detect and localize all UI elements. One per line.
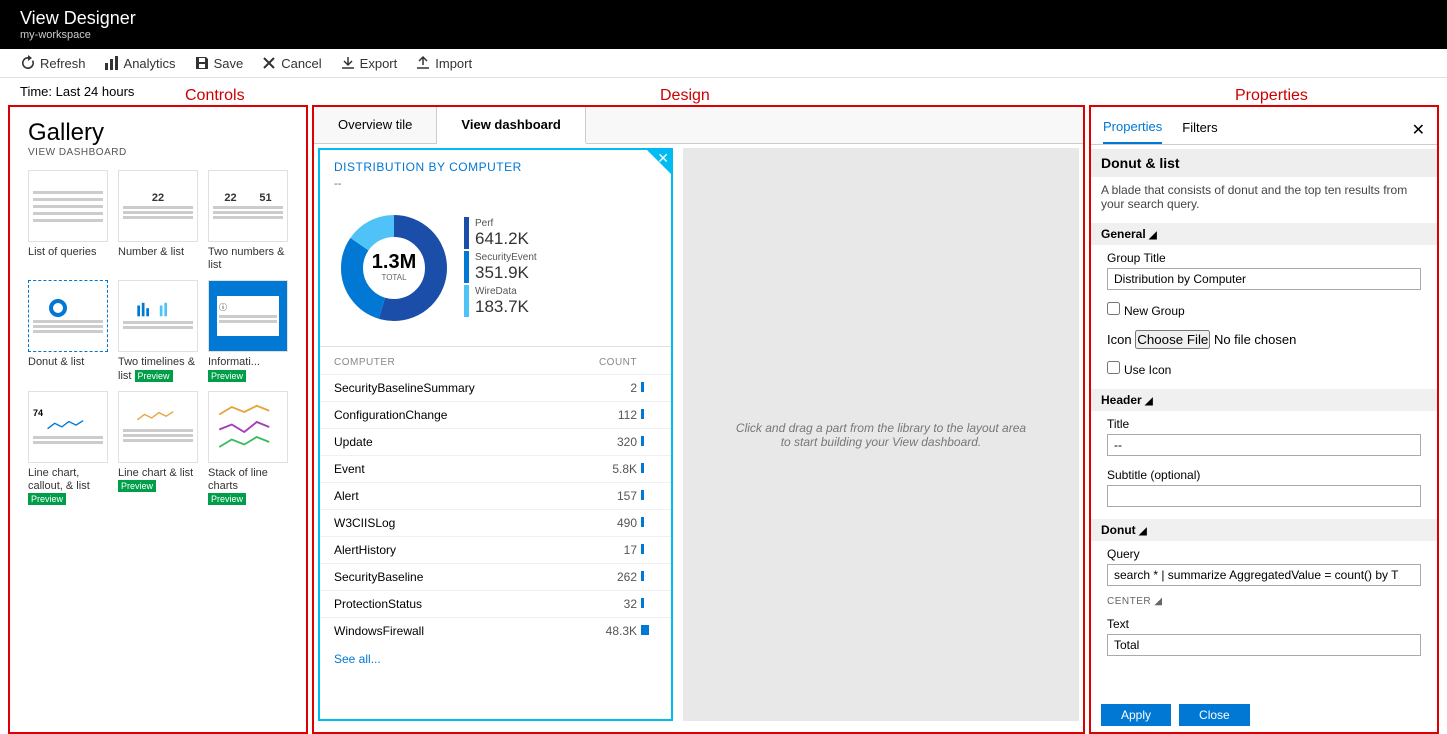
cancel-icon <box>261 55 277 71</box>
list-rows: SecurityBaselineSummary2ConfigurationCha… <box>320 374 671 644</box>
group-title-input[interactable] <box>1107 268 1421 290</box>
close-button[interactable]: Close <box>1179 704 1250 726</box>
list-row[interactable]: WindowsFirewall48.3K <box>320 617 671 644</box>
gallery-item-two-timelines[interactable]: Two timelines & list Preview <box>118 280 198 382</box>
use-icon-checkbox[interactable] <box>1107 361 1120 374</box>
apply-button[interactable]: Apply <box>1101 704 1171 726</box>
list-row[interactable]: Alert157 <box>320 482 671 509</box>
tab-view-dashboard[interactable]: View dashboard <box>437 107 585 144</box>
section-general[interactable]: General ◢ <box>1091 223 1437 245</box>
drop-zone[interactable]: Click and drag a part from the library t… <box>683 148 1079 721</box>
tab-properties[interactable]: Properties <box>1103 115 1162 144</box>
tab-overview-tile[interactable]: Overview tile <box>314 107 437 143</box>
list-row[interactable]: ConfigurationChange112 <box>320 401 671 428</box>
widget-subtitle: -- <box>320 178 671 200</box>
annotation-design: Design <box>660 87 710 105</box>
properties-close-button[interactable]: ✕ <box>1412 120 1425 140</box>
import-icon <box>415 55 431 71</box>
list-row[interactable]: W3CIISLog490 <box>320 509 671 536</box>
design-pane: Overview tile View dashboard ✕ DISTRIBUT… <box>312 105 1085 734</box>
list-row[interactable]: Event5.8K <box>320 455 671 482</box>
export-icon <box>340 55 356 71</box>
list-row[interactable]: ProtectionStatus32 <box>320 590 671 617</box>
center-text-input[interactable] <box>1107 634 1421 656</box>
toolbar: Refresh Analytics Save Cancel Export Imp… <box>0 49 1447 78</box>
design-tabs: Overview tile View dashboard <box>314 107 1083 144</box>
gallery-item-two-numbers[interactable]: 2251Two numbers & list <box>208 170 288 272</box>
donut-center-label: TOTAL <box>381 273 407 282</box>
query-input[interactable] <box>1107 564 1421 586</box>
section-header[interactable]: Header ◢ <box>1091 389 1437 411</box>
subtitle-input[interactable] <box>1107 485 1421 507</box>
section-donut[interactable]: Donut ◢ <box>1091 519 1437 541</box>
donut-legend: Perf641.2K SecurityEvent351.9K WireData1… <box>464 217 657 319</box>
donut-chart: 1.3M TOTAL <box>334 208 454 328</box>
donut-center-value: 1.3M <box>372 251 416 273</box>
time-label: Time: Last 24 hours <box>20 84 180 99</box>
controls-pane: Gallery VIEW DASHBOARD List of queries 2… <box>8 105 308 734</box>
subsection-center[interactable]: CENTER ◢ <box>1091 592 1437 611</box>
new-group-checkbox[interactable] <box>1107 302 1120 315</box>
save-button[interactable]: Save <box>194 55 244 71</box>
annotation-properties: Properties <box>1235 87 1308 105</box>
widget-title: DISTRIBUTION BY COMPUTER <box>320 150 671 178</box>
tab-filters[interactable]: Filters <box>1182 116 1217 143</box>
drop-hint: Click and drag a part from the library t… <box>731 421 1031 449</box>
list-row[interactable]: SecurityBaselineSummary2 <box>320 374 671 401</box>
gallery-item-list-queries[interactable]: List of queries <box>28 170 108 272</box>
app-header: View Designer my-workspace <box>0 0 1447 49</box>
refresh-button[interactable]: Refresh <box>20 55 86 71</box>
import-button[interactable]: Import <box>415 55 472 71</box>
cancel-button[interactable]: Cancel <box>261 55 321 71</box>
choose-file-button[interactable]: Choose File <box>1135 330 1210 349</box>
prop-panel-title: Donut & list <box>1091 149 1437 177</box>
list-row[interactable]: SecurityBaseline262 <box>320 563 671 590</box>
gallery-title: Gallery <box>28 119 288 147</box>
gallery-subtitle: VIEW DASHBOARD <box>28 147 288 158</box>
title-input[interactable] <box>1107 434 1421 456</box>
page-title: View Designer <box>20 8 1427 29</box>
analytics-button[interactable]: Analytics <box>104 55 176 71</box>
see-all-link[interactable]: See all... <box>320 644 671 674</box>
save-icon <box>194 55 210 71</box>
list-header: COMPUTERCOUNT <box>320 347 671 374</box>
gallery-item-stack-lines[interactable]: Stack of line chartsPreview <box>208 391 288 507</box>
properties-pane: Properties Filters ✕ Donut & list A blad… <box>1089 105 1439 734</box>
annotation-controls: Controls <box>185 87 245 105</box>
gallery-item-information[interactable]: ⓘInformati...Preview <box>208 280 288 382</box>
export-button[interactable]: Export <box>340 55 398 71</box>
prop-panel-desc: A blade that consists of donut and the t… <box>1091 177 1437 217</box>
workspace-name: my-workspace <box>20 29 1427 41</box>
gallery-item-line-callout[interactable]: 74Line chart, callout, & list Preview <box>28 391 108 507</box>
gallery-grid: List of queries 22Number & list 2251Two … <box>28 170 288 506</box>
gallery-item-line-list[interactable]: Line chart & listPreview <box>118 391 198 507</box>
widget-close-button[interactable]: ✕ <box>657 150 669 167</box>
widget-donut-list[interactable]: ✕ DISTRIBUTION BY COMPUTER -- 1.3M TOTAL… <box>318 148 673 721</box>
analytics-icon <box>104 55 120 71</box>
gallery-item-donut-list[interactable]: Donut & list <box>28 280 108 382</box>
list-row[interactable]: Update320 <box>320 428 671 455</box>
refresh-icon <box>20 55 36 71</box>
list-row[interactable]: AlertHistory17 <box>320 536 671 563</box>
gallery-item-number-list[interactable]: 22Number & list <box>118 170 198 272</box>
